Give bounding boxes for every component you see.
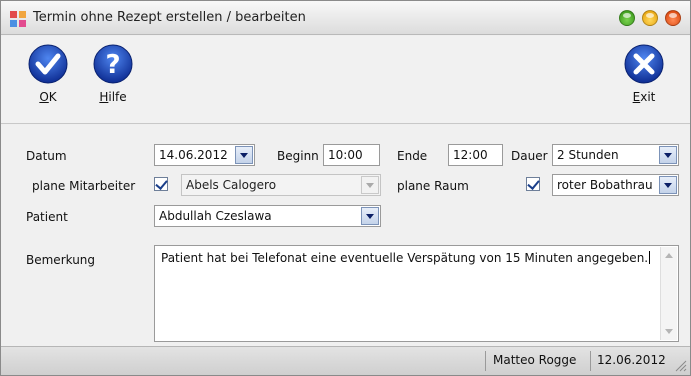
beginn-label: Beginn	[277, 149, 319, 163]
datum-label: Datum	[26, 149, 67, 163]
ok-label-mnemonic: O	[39, 90, 49, 104]
plane-raum-checkbox[interactable]	[526, 177, 540, 191]
close-x-icon	[624, 44, 664, 84]
help-button[interactable]: ? Hilfe	[87, 44, 139, 104]
scroll-down-arrow-icon[interactable]	[665, 329, 673, 334]
patient-select[interactable]: Abdullah Czeslawa	[154, 205, 381, 227]
checkmark-icon	[28, 44, 68, 84]
mitarbeiter-select[interactable]: Abels Calogero	[181, 174, 381, 196]
datum-dropdown-arrow-icon[interactable]	[235, 146, 253, 164]
plane-mitarbeiter-label: plane Mitarbeiter	[32, 179, 136, 193]
help-label: ilfe	[108, 90, 127, 104]
maximize-button[interactable]	[619, 10, 635, 26]
resize-grip-icon[interactable]	[675, 360, 687, 372]
status-user: Matteo Rogge	[493, 353, 577, 367]
bemerkung-value: Patient hat bei Telefonat eine eventuell…	[161, 251, 649, 265]
dauer-dropdown-arrow-icon[interactable]	[659, 146, 677, 164]
dauer-label: Dauer	[511, 149, 548, 163]
patient-value: Abdullah Czeslawa	[159, 209, 272, 223]
appointment-dialog: Termin ohne Rezept erstellen / bearbeite…	[0, 0, 691, 376]
toolbar: OK ? Hilfe Exit	[1, 36, 690, 124]
scroll-up-arrow-icon[interactable]	[665, 253, 673, 258]
question-mark-icon: ?	[93, 44, 133, 84]
patient-label: Patient	[26, 210, 68, 224]
mitarbeiter-value: Abels Calogero	[186, 178, 277, 192]
status-divider	[485, 351, 486, 371]
title-bar[interactable]: Termin ohne Rezept erstellen / bearbeite…	[1, 1, 690, 35]
appointment-form: Datum 14.06.2012 Beginn 10:00 Ende 12:00…	[1, 125, 690, 346]
status-divider	[590, 351, 591, 371]
app-grid-icon	[10, 11, 26, 27]
plane-mitarbeiter-checkbox[interactable]	[154, 177, 168, 191]
mitarbeiter-dropdown-arrow-icon[interactable]	[361, 176, 379, 194]
ok-label: K	[48, 90, 57, 104]
datum-value: 14.06.2012	[159, 148, 228, 162]
bemerkung-scrollbar[interactable]	[660, 247, 677, 340]
exit-label: xit	[640, 90, 656, 104]
dauer-select[interactable]: 2 Stunden	[552, 144, 679, 166]
close-window-button[interactable]	[665, 10, 681, 26]
window-title: Termin ohne Rezept erstellen / bearbeite…	[33, 10, 306, 25]
raum-value: roter Bobathrau	[557, 178, 653, 192]
status-bar: Matteo Rogge 12.06.2012	[1, 346, 690, 375]
svg-text:?: ?	[105, 50, 120, 80]
datum-date-picker[interactable]: 14.06.2012	[154, 144, 255, 166]
plane-raum-label: plane Raum	[397, 179, 469, 193]
bemerkung-label: Bemerkung	[26, 253, 96, 267]
beginn-time-input[interactable]: 10:00	[323, 144, 380, 166]
ok-button[interactable]: OK	[22, 44, 74, 104]
ende-value: 12:00	[453, 148, 488, 162]
ende-label: Ende	[397, 149, 428, 163]
patient-dropdown-arrow-icon[interactable]	[361, 207, 379, 225]
ende-time-input[interactable]: 12:00	[448, 144, 503, 166]
raum-select[interactable]: roter Bobathrau	[552, 174, 679, 196]
text-caret	[649, 251, 651, 264]
status-date: 12.06.2012	[597, 353, 666, 367]
exit-button[interactable]: Exit	[618, 44, 670, 104]
beginn-value: 10:00	[328, 148, 363, 162]
bemerkung-textarea[interactable]: Patient hat bei Telefonat eine eventuell…	[154, 245, 679, 342]
dauer-value: 2 Stunden	[557, 148, 619, 162]
raum-dropdown-arrow-icon[interactable]	[659, 176, 677, 194]
minimize-button[interactable]	[642, 10, 658, 26]
